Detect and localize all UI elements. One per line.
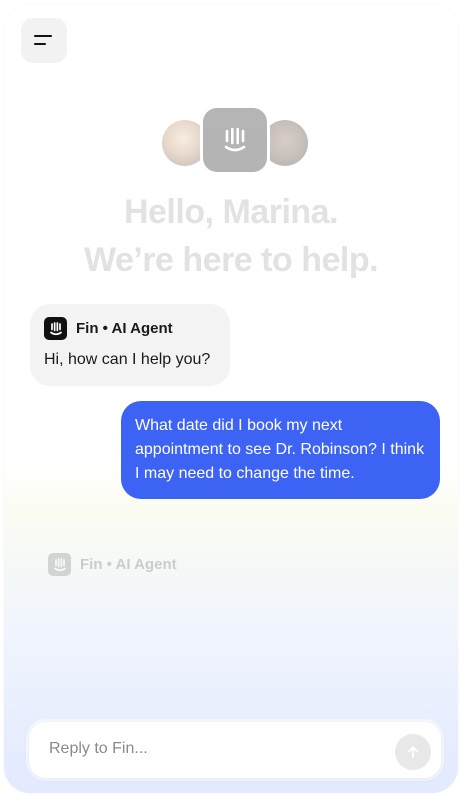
composer xyxy=(26,719,444,781)
user-message-bubble: What date did I book my next appointment… xyxy=(121,401,440,499)
agent-message-text: Hi, how can I help you? xyxy=(44,351,211,368)
team-avatars xyxy=(4,108,458,174)
agent-header: Fin • AI Agent xyxy=(44,317,173,340)
brand-logo xyxy=(203,108,267,172)
greeting-subtitle: We’re here to help. xyxy=(83,241,379,279)
greeting-title: Hello, Marina. xyxy=(123,193,339,231)
chat-panel: Hello, Marina. We’re here to help. Fin •… xyxy=(4,4,458,793)
team-member-avatar xyxy=(262,120,308,166)
menu-icon xyxy=(34,34,54,47)
agent-avatar-icon xyxy=(44,317,67,340)
team-member-avatar xyxy=(162,120,208,166)
typing-agent-name: Fin • AI Agent xyxy=(80,556,177,573)
messenger-window: Hello, Marina. We’re here to help. Fin •… xyxy=(0,0,462,797)
menu-button[interactable] xyxy=(21,18,67,63)
reply-input[interactable] xyxy=(49,740,369,758)
send-button[interactable] xyxy=(395,734,431,770)
arrow-up-icon xyxy=(407,746,419,758)
agent-typing-indicator: Fin • AI Agent xyxy=(48,553,177,576)
intercom-logo-icon xyxy=(224,127,246,152)
agent-name: Fin • AI Agent xyxy=(76,320,173,337)
composer-box xyxy=(29,722,441,778)
agent-avatar-icon xyxy=(48,553,71,576)
agent-message-bubble: Fin • AI Agent Hi, how can I help you? xyxy=(30,304,230,386)
